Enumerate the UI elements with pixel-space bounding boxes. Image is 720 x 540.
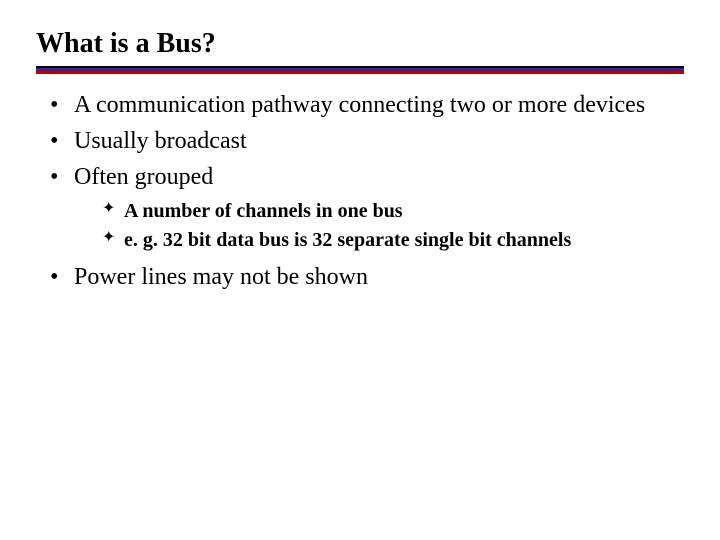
sub-list-item: e. g. 32 bit data bus is 32 separate sin…	[102, 227, 684, 254]
list-item: A communication pathway connecting two o…	[50, 90, 684, 120]
sub-list-item: A number of channels in one bus	[102, 198, 684, 225]
list-item: Often grouped A number of channels in on…	[50, 162, 684, 254]
list-item: Usually broadcast	[50, 126, 684, 156]
bullet-list: A communication pathway connecting two o…	[36, 90, 684, 292]
title-rule	[36, 66, 684, 74]
slide-title: What is a Bus?	[36, 28, 684, 60]
list-item-text: Often grouped	[74, 164, 213, 190]
rule-red	[36, 71, 684, 74]
sub-bullet-list: A number of channels in one bus e. g. 32…	[74, 198, 684, 254]
slide: What is a Bus? A communication pathway c…	[0, 0, 720, 292]
list-item: Power lines may not be shown	[50, 262, 684, 292]
